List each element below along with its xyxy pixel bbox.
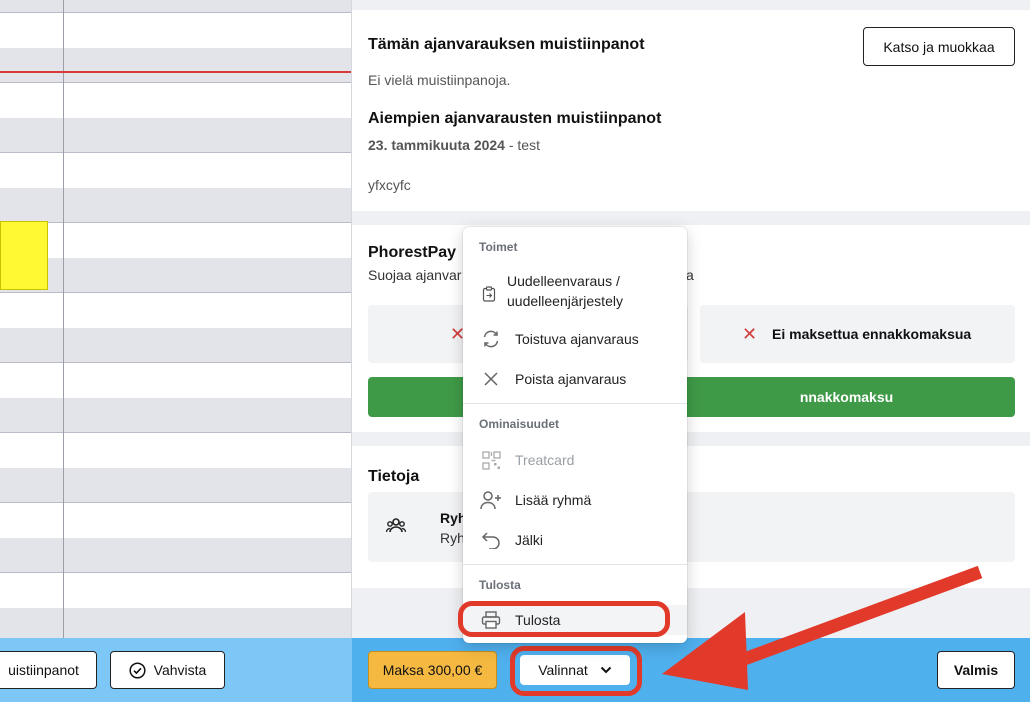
hour-line <box>0 362 352 363</box>
phorestpay-title: PhorestPay <box>368 244 457 261</box>
previous-note-body: yfxcyfc <box>368 177 411 193</box>
group-info-row2: Ryh <box>440 530 465 546</box>
calendar-slot[interactable] <box>0 433 352 468</box>
recurring-label: Toistuva ajanvaraus <box>515 331 639 347</box>
calendar-slot[interactable] <box>0 48 352 83</box>
annotation-arrow <box>662 565 983 690</box>
calendar-slot[interactable] <box>0 608 352 638</box>
hour-line <box>0 572 352 573</box>
treatcard-label: Treatcard <box>515 452 575 468</box>
close-icon: ✕ <box>742 324 758 344</box>
current-time-line <box>0 71 352 73</box>
calendar-slot[interactable] <box>0 468 352 503</box>
confirm-button[interactable]: Vahvista <box>110 651 225 689</box>
previous-note-label: test <box>517 137 540 153</box>
delete-label: Poista ajanvaraus <box>515 371 627 387</box>
confirm-label: Vahvista <box>153 662 207 678</box>
qr-code-icon <box>480 449 502 471</box>
notes-title: Tämän ajanvarauksen muistiinpanot <box>368 36 645 53</box>
chevron-down-icon <box>600 666 612 674</box>
notes-button[interactable]: uistiinpanot <box>0 651 97 689</box>
menu-item-delete[interactable]: Poista ajanvaraus <box>463 367 687 391</box>
menu-item-trail[interactable]: Jälki <box>463 528 687 552</box>
reschedule-line1: Uudelleenvaraus / <box>507 273 620 289</box>
undo-icon <box>480 529 502 551</box>
options-label: Valinnat <box>538 662 588 678</box>
calendar-slot[interactable] <box>0 188 352 223</box>
appointment-block[interactable] <box>0 221 48 290</box>
hour-line <box>0 292 352 293</box>
options-button[interactable]: Valinnat <box>520 655 630 685</box>
calendar-slot[interactable] <box>0 538 352 573</box>
calendar-slot[interactable] <box>0 503 352 538</box>
hour-line <box>0 222 352 223</box>
calendar-slot[interactable] <box>0 293 352 328</box>
calendar-footer: uistiinpanot Vahvista <box>0 638 352 702</box>
phorestpay-subtitle-start: Suojaa ajanvar <box>368 267 462 283</box>
previous-note-header: 23. tammikuuta 2024 - test <box>368 137 540 153</box>
menu-item-recurring[interactable]: Toistuva ajanvaraus <box>463 327 687 351</box>
view-edit-notes-button[interactable]: Katso ja muokkaa <box>863 27 1015 66</box>
previous-notes-title: Aiempien ajanvarausten muistiinpanot <box>368 110 662 127</box>
calendar-slot[interactable] <box>0 398 352 433</box>
menu-section-actions: Toimet <box>479 240 518 254</box>
menu-section-features: Ominaisuudet <box>479 417 560 431</box>
calendar-slot[interactable] <box>0 13 352 48</box>
menu-item-reschedule[interactable]: Uudelleenvaraus / uudelleenjärjestely <box>463 271 687 311</box>
menu-separator <box>463 403 687 404</box>
calendar-slot[interactable] <box>0 153 352 188</box>
hour-line <box>0 12 352 13</box>
clipboard-icon <box>478 283 500 305</box>
group-icon <box>385 517 407 540</box>
hour-line <box>0 502 352 503</box>
phorestpay-subtitle-end: a <box>686 267 694 283</box>
calendar-slot[interactable] <box>0 363 352 398</box>
hour-line <box>0 82 352 83</box>
hour-line <box>0 152 352 153</box>
check-circle-icon <box>129 661 146 679</box>
info-title: Tietoja <box>368 468 420 485</box>
menu-section-print: Tulosta <box>479 578 521 592</box>
calendar-slot[interactable] <box>0 223 352 258</box>
refresh-icon <box>480 328 502 350</box>
deposit-status-text: Ei maksettua ennakkomaksua <box>772 326 972 342</box>
calendar-slot[interactable] <box>0 83 352 118</box>
payment-status-right: ✕ Ei maksettua ennakkomaksua <box>700 305 1015 363</box>
request-deposit-label: nnakkomaksu <box>799 389 894 405</box>
reschedule-line2: uudelleenjärjestely <box>507 293 623 309</box>
print-highlight <box>458 601 670 637</box>
notes-empty-text: Ei vielä muistiinpanoja. <box>368 72 511 88</box>
trail-label: Jälki <box>515 532 544 548</box>
add-group-label: Lisää ryhmä <box>515 492 592 508</box>
calendar-grid[interactable] <box>0 0 352 638</box>
calendar-slot[interactable] <box>0 573 352 608</box>
pay-button[interactable]: Maksa 300,00 € <box>368 651 497 689</box>
calendar-slot[interactable] <box>0 118 352 153</box>
previous-note-date: 23. tammikuuta 2024 <box>368 137 505 153</box>
menu-item-treatcard: Treatcard <box>463 448 687 472</box>
calendar-slot[interactable] <box>0 258 352 293</box>
notes-card: Tämän ajanvarauksen muistiinpanot Katso … <box>352 10 1030 211</box>
previous-note-separator: - <box>504 137 518 153</box>
menu-item-add-group[interactable]: Lisää ryhmä <box>463 488 687 512</box>
hour-line <box>0 432 352 433</box>
column-divider <box>63 0 64 638</box>
add-user-icon <box>480 489 502 511</box>
calendar-slot[interactable] <box>0 328 352 363</box>
close-icon <box>480 368 502 390</box>
